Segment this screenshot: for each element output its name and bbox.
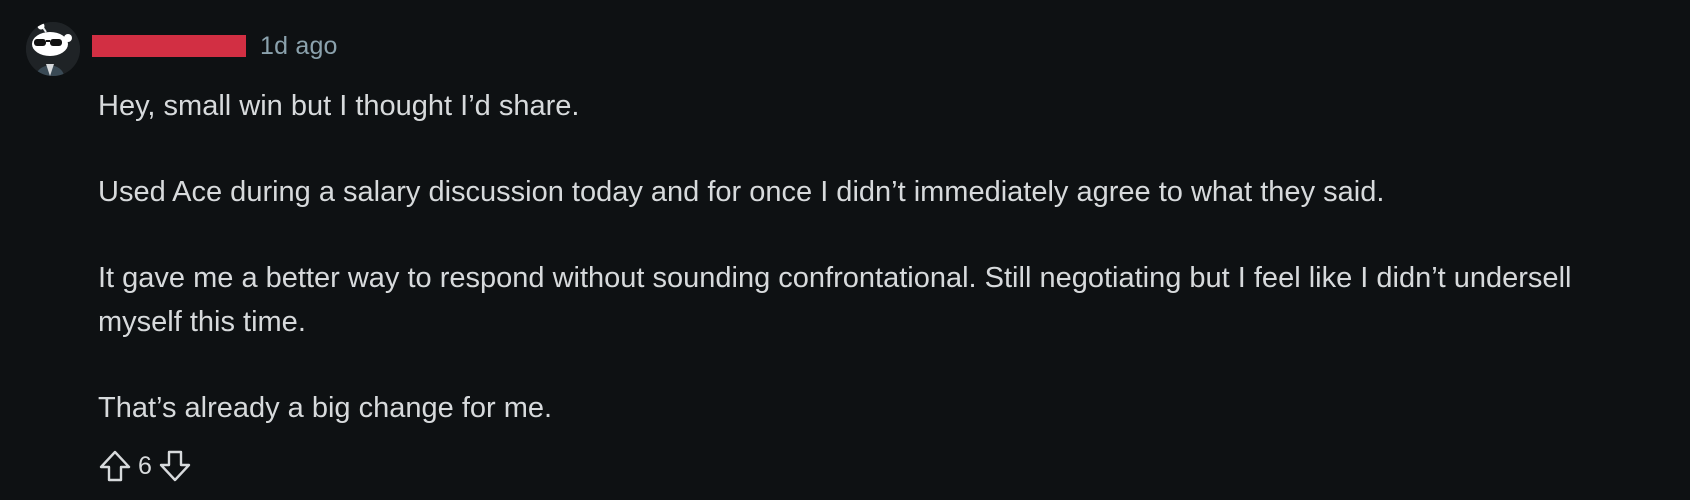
arrow-down-icon — [159, 450, 191, 482]
comment-paragraph: It gave me a better way to respond witho… — [98, 262, 1572, 338]
comment-header: 1d ago — [92, 32, 338, 60]
comment-body: Hey, small win but I thought I’d share. … — [98, 84, 1628, 430]
upvote-button[interactable] — [96, 447, 134, 485]
comment-paragraph: Hey, small win but I thought I’d share. — [98, 90, 580, 122]
redacted-username — [92, 35, 246, 57]
vote-score: 6 — [138, 451, 152, 480]
snoo-avatar-icon — [26, 22, 80, 76]
arrow-up-icon — [99, 450, 131, 482]
comment-timestamp[interactable]: 1d ago — [260, 32, 338, 61]
comment-paragraph: That’s already a big change for me. — [98, 392, 553, 424]
comment-paragraph: Used Ace during a salary discussion toda… — [98, 176, 1385, 208]
vote-bar: 6 — [96, 446, 194, 486]
downvote-button[interactable] — [156, 447, 194, 485]
comment: 1d ago Hey, small win but I thought I’d … — [0, 0, 1690, 500]
avatar[interactable] — [26, 22, 80, 76]
